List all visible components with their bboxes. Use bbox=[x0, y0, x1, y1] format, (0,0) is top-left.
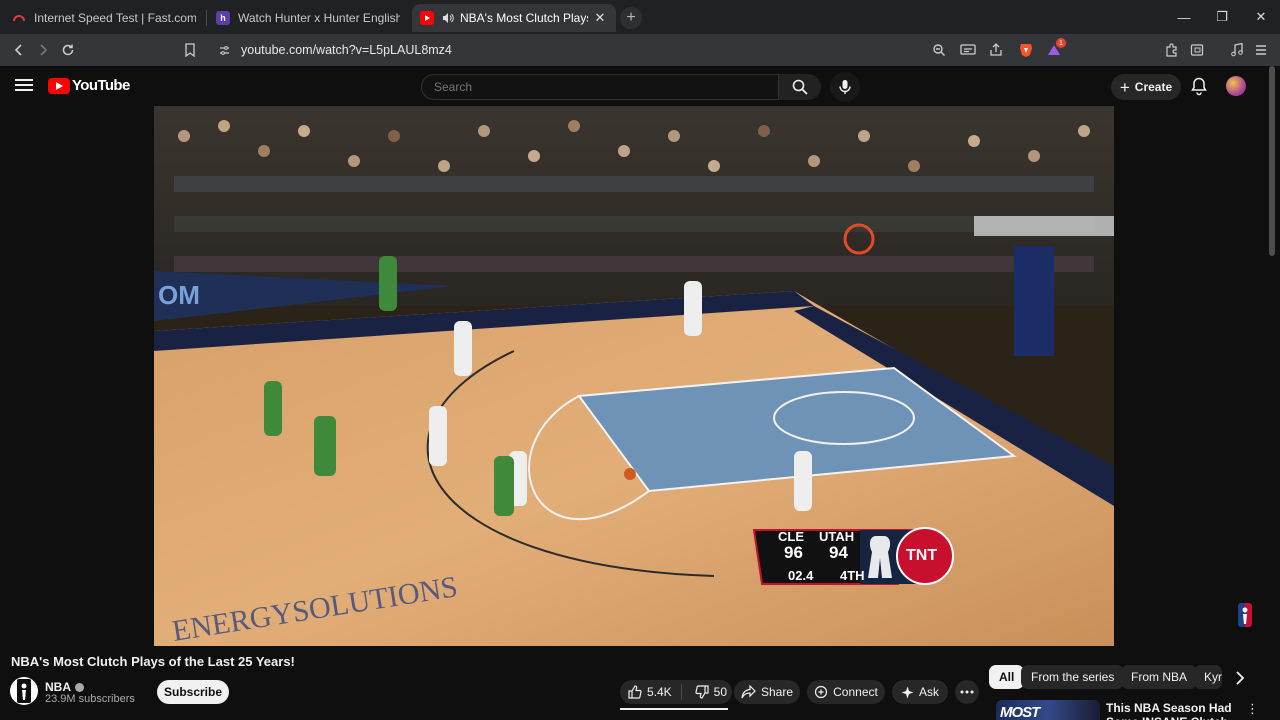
sidebar-toggle-icon[interactable] bbox=[1186, 39, 1208, 61]
more-actions-button[interactable] bbox=[955, 680, 979, 704]
site-info-icon[interactable] bbox=[216, 42, 232, 58]
chevron-right-icon[interactable] bbox=[1232, 670, 1248, 686]
share-label: Share bbox=[760, 685, 794, 699]
forward-button[interactable] bbox=[32, 39, 54, 61]
away-team-abbr: CLE bbox=[778, 529, 804, 544]
connect-label: Connect bbox=[833, 685, 878, 699]
chip-from-the-series[interactable]: From the series bbox=[1021, 665, 1125, 689]
tab-title: Internet Speed Test | Fast.com bbox=[34, 11, 196, 25]
url-text: youtube.com/watch?v=L5pLAUL8mz4 bbox=[241, 43, 452, 57]
fast-com-favicon-icon bbox=[12, 11, 26, 25]
score-bug: CLE UTAH 96 94 02.4 4TH TNT bbox=[748, 526, 960, 588]
chip-all[interactable]: All bbox=[989, 665, 1025, 689]
browser-tab-strip: Internet Speed Test | Fast.com h Watch H… bbox=[0, 0, 1280, 34]
away-score: 96 bbox=[784, 543, 803, 562]
cast-icon[interactable] bbox=[957, 39, 979, 61]
browser-toolbar: youtube.com/watch?v=L5pLAUL8mz4 1 bbox=[0, 34, 1280, 66]
video-frame: OM ENERGYSOLUTIONS bbox=[154, 106, 1114, 646]
subscriber-count: 23.9M subscribers bbox=[45, 693, 135, 705]
thumbs-down-icon bbox=[695, 685, 709, 699]
youtube-play-icon bbox=[48, 77, 70, 94]
tab-title: Watch Hunter x Hunter English Sub/D bbox=[238, 11, 400, 25]
youtube-logo[interactable]: YouTube bbox=[48, 77, 130, 94]
share-button[interactable]: Share bbox=[734, 680, 800, 704]
verified-badge-icon bbox=[75, 683, 84, 693]
microphone-icon bbox=[839, 80, 851, 94]
network-logo: TNT bbox=[906, 547, 938, 564]
voice-search-button[interactable] bbox=[830, 72, 860, 102]
connect-icon bbox=[815, 685, 828, 699]
brave-shields-icon[interactable] bbox=[1015, 39, 1037, 61]
share-icon bbox=[741, 685, 756, 699]
share-page-icon[interactable] bbox=[985, 39, 1007, 61]
ask-button[interactable]: Ask bbox=[892, 680, 948, 704]
tab-title: NBA's Most Clutch Plays of th bbox=[460, 11, 588, 25]
chip-kyrie[interactable]: Kyr bbox=[1194, 665, 1222, 689]
game-clock: 02.4 bbox=[788, 568, 814, 583]
nba-logo-icon bbox=[17, 679, 31, 703]
reload-button[interactable] bbox=[57, 39, 79, 61]
account-avatar[interactable] bbox=[1226, 76, 1246, 96]
create-button[interactable]: + Create bbox=[1111, 74, 1181, 100]
search-button[interactable] bbox=[779, 74, 821, 100]
tab-hunter-x-hunter[interactable]: h Watch Hunter x Hunter English Sub/D bbox=[208, 4, 408, 32]
channel-name-text: NBA bbox=[45, 680, 71, 694]
notifications-bell-icon[interactable] bbox=[1189, 76, 1209, 96]
connect-button[interactable]: Connect bbox=[807, 680, 885, 704]
extensions-icon[interactable] bbox=[1161, 39, 1183, 61]
youtube-favicon-icon bbox=[420, 11, 434, 25]
media-control-icon[interactable] bbox=[1226, 39, 1248, 61]
dislike-count: 50 bbox=[713, 685, 728, 699]
tab-fast-com[interactable]: Internet Speed Test | Fast.com bbox=[4, 4, 204, 32]
nba-logo-icon bbox=[1238, 603, 1252, 627]
search-input[interactable] bbox=[422, 75, 778, 99]
video-player[interactable]: OM ENERGYSOLUTIONS bbox=[154, 106, 1114, 646]
more-horizontal-icon bbox=[960, 690, 974, 694]
guide-menu-icon[interactable] bbox=[14, 76, 34, 96]
notification-badge: 1 bbox=[1056, 38, 1066, 48]
sparkle-icon bbox=[901, 686, 914, 698]
search-icon bbox=[792, 79, 808, 95]
home-team-abbr: UTAH bbox=[819, 529, 855, 544]
plus-icon: + bbox=[1119, 77, 1130, 97]
tab-youtube-active[interactable]: NBA's Most Clutch Plays of th ✕ bbox=[412, 4, 616, 32]
maximize-window-button[interactable]: ❐ bbox=[1203, 0, 1241, 34]
bookmark-icon[interactable] bbox=[179, 39, 201, 61]
like-count: 5.4K bbox=[646, 685, 672, 699]
like-dislike-group: 5.4K 50 bbox=[620, 680, 732, 704]
browser-menu-icon[interactable] bbox=[1250, 39, 1272, 61]
minimize-window-button[interactable]: — bbox=[1165, 0, 1203, 34]
dislike-button[interactable]: 50 bbox=[687, 685, 733, 699]
thumbnail-text: MOST bbox=[1000, 704, 1040, 720]
subscribe-button[interactable]: Subscribe bbox=[157, 680, 229, 704]
new-tab-button[interactable]: + bbox=[620, 7, 642, 29]
recommended-title[interactable]: This NBA Season Had Some INSANE Clutch bbox=[1106, 701, 1236, 720]
create-label: Create bbox=[1134, 80, 1173, 94]
search-box[interactable] bbox=[421, 74, 779, 100]
back-button[interactable] bbox=[8, 39, 30, 61]
hianime-favicon-icon: h bbox=[216, 11, 230, 25]
more-vertical-icon[interactable]: ⋮ bbox=[1246, 702, 1259, 718]
ask-label: Ask bbox=[918, 685, 939, 699]
tab-separator bbox=[206, 10, 207, 26]
recommended-thumbnail[interactable]: MOST bbox=[996, 700, 1100, 720]
like-button[interactable]: 5.4K bbox=[619, 684, 682, 700]
video-title: NBA's Most Clutch Plays of the Last 25 Y… bbox=[11, 654, 295, 669]
close-tab-icon[interactable]: ✕ bbox=[592, 10, 608, 26]
audio-playing-icon[interactable] bbox=[442, 12, 454, 24]
chip-from-nba[interactable]: From NBA bbox=[1121, 665, 1198, 689]
thumbs-up-icon bbox=[628, 685, 642, 699]
like-progress-underline bbox=[620, 708, 728, 710]
svg-text:OM: OM bbox=[158, 280, 200, 310]
close-window-button[interactable]: ✕ bbox=[1242, 0, 1280, 34]
channel-name[interactable]: NBA bbox=[45, 680, 84, 694]
game-period: 4TH bbox=[840, 568, 865, 583]
page-scrollbar[interactable] bbox=[1268, 66, 1276, 266]
home-score: 94 bbox=[829, 543, 848, 562]
brave-rewards-icon[interactable]: 1 bbox=[1043, 38, 1066, 61]
youtube-logo-text: YouTube bbox=[72, 77, 130, 94]
channel-avatar[interactable] bbox=[10, 677, 38, 705]
youtube-header: YouTube + Create bbox=[0, 66, 1280, 106]
zoom-icon[interactable] bbox=[928, 39, 950, 61]
